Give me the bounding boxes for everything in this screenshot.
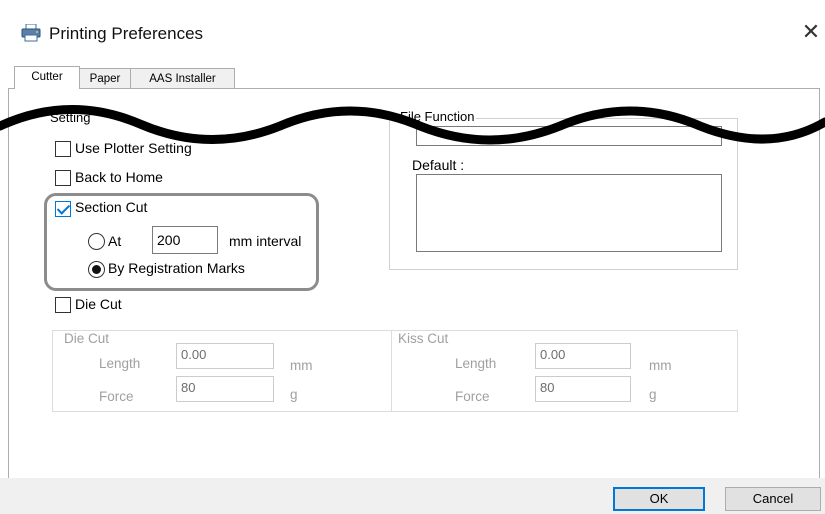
die-cut-force-input[interactable]: 80 [176, 376, 274, 402]
title-bar: Printing Preferences ✕ [0, 0, 825, 62]
kiss-cut-force-label: Force [455, 389, 490, 404]
cancel-button[interactable]: Cancel [725, 487, 821, 511]
die-cut-length-label: Length [99, 356, 141, 371]
kiss-cut-group-label: Kiss Cut [396, 331, 451, 346]
printing-preferences-window: Printing Preferences ✕ Cutter Paper AAS … [0, 0, 825, 514]
kiss-cut-length-input[interactable]: 0.00 [535, 343, 631, 369]
kiss-cut-length-unit: mm [649, 358, 672, 373]
kiss-cut-force-input[interactable]: 80 [535, 376, 631, 402]
tab-paper[interactable]: Paper [79, 68, 131, 88]
tab-aas-installer[interactable]: AAS Installer [130, 68, 235, 88]
setting-group-label: Setting [48, 110, 93, 125]
kiss-cut-length-label: Length [455, 356, 497, 371]
die-cut-checkbox[interactable] [55, 297, 71, 313]
ok-button[interactable]: OK [613, 487, 705, 511]
die-cut-label: Die Cut [75, 296, 122, 312]
die-cut-length-unit: mm [290, 358, 313, 373]
tab-cutter[interactable]: Cutter [14, 66, 80, 89]
file-function-label: File Function [398, 109, 477, 124]
section-cut-highlight [44, 193, 319, 291]
default-label: Default : [412, 157, 465, 173]
window-title: Printing Preferences [49, 24, 204, 43]
close-button[interactable]: ✕ [798, 19, 824, 45]
default-list[interactable] [416, 174, 722, 252]
printer-icon [21, 24, 41, 42]
use-plotter-setting-checkbox[interactable] [55, 141, 71, 157]
die-cut-group-label: Die Cut [62, 331, 112, 346]
back-to-home-label: Back to Home [75, 169, 163, 185]
file-function-field[interactable] [416, 126, 722, 146]
back-to-home-checkbox[interactable] [55, 170, 71, 186]
use-plotter-setting-label: Use Plotter Setting [75, 140, 192, 156]
die-cut-length-input[interactable]: 0.00 [176, 343, 274, 369]
close-icon: ✕ [801, 19, 821, 44]
die-cut-force-unit: g [290, 387, 298, 402]
die-cut-force-label: Force [99, 389, 134, 404]
kiss-cut-force-unit: g [649, 387, 657, 402]
